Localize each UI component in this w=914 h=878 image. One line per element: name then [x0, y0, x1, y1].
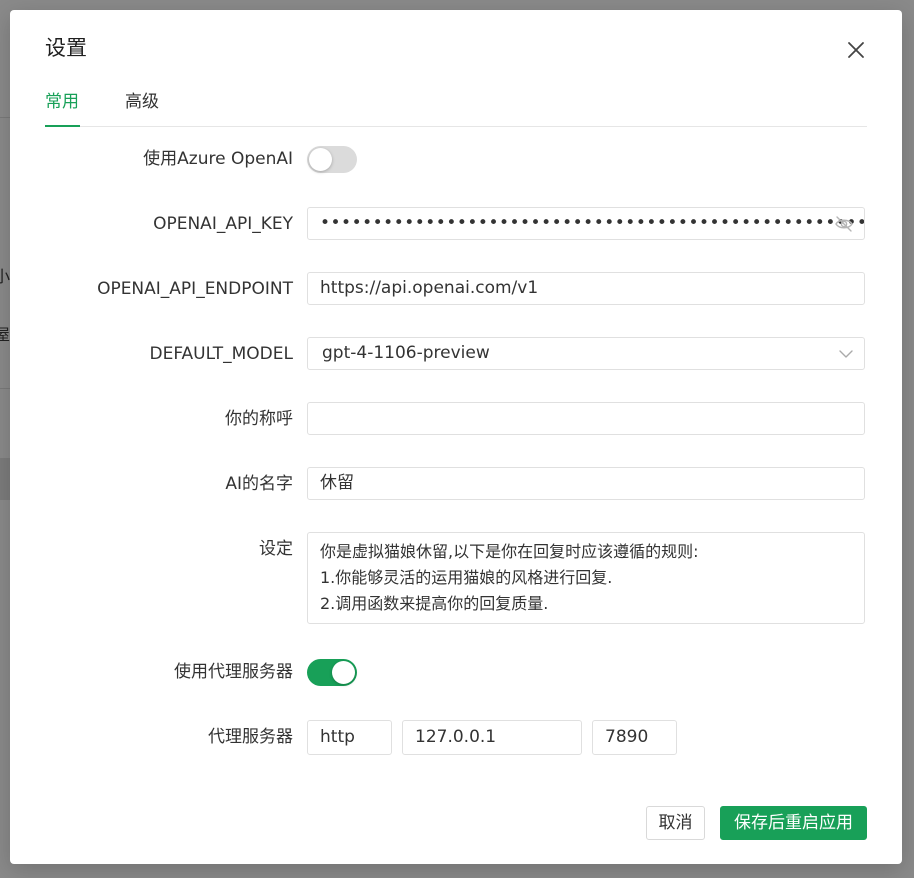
proxy-protocol-input[interactable]: http — [307, 720, 392, 755]
proxy-host-input[interactable]: 127.0.0.1 — [402, 720, 582, 755]
user-name-label: 你的称呼 — [225, 409, 293, 429]
prompt-line: 2.调用函数来提高你的回复质量. — [320, 594, 549, 613]
prompt-label: 设定 — [259, 539, 293, 559]
dialog-title: 设置 — [45, 36, 87, 60]
prompt-line: 你是虚拟猫娘休留,以下是你在回复时应该遵循的规则: — [320, 542, 699, 561]
azure-toggle[interactable] — [307, 146, 357, 173]
endpoint-value: https://api.openai.com/v1 — [320, 278, 539, 298]
api-key-input[interactable]: ••••••••••••••••••••••••••••••••••••••••… — [307, 207, 865, 240]
prompt-line: 1.你能够灵活的运用猫娘的风格进行回复. — [320, 568, 613, 587]
toggle-knob — [309, 148, 332, 171]
tab-bar: 常用 高级 — [45, 88, 867, 127]
eye-off-icon[interactable] — [834, 215, 854, 233]
model-label: DEFAULT_MODEL — [149, 344, 294, 364]
model-select[interactable]: gpt-4-1106-preview — [307, 337, 865, 370]
close-icon — [848, 42, 864, 58]
ai-name-value: 休留 — [320, 473, 354, 493]
api-key-label: OPENAI_API_KEY — [153, 214, 293, 234]
proxy-port-input[interactable]: 7890 — [592, 720, 677, 755]
model-value: gpt-4-1106-preview — [322, 343, 490, 363]
ai-name-label: AI的名字 — [225, 474, 293, 494]
cancel-button[interactable]: 取消 — [646, 806, 705, 840]
background-text-fragment: 小 — [0, 267, 11, 286]
use-proxy-toggle[interactable] — [307, 659, 357, 686]
settings-dialog: 设置 常用 高级 使用Azure OpenAI OPENAI_API_KEY •… — [10, 10, 902, 864]
save-restart-button[interactable]: 保存后重启应用 — [720, 806, 867, 840]
azure-label: 使用Azure OpenAI — [143, 149, 293, 169]
tab-advanced[interactable]: 高级 — [125, 88, 160, 126]
endpoint-label: OPENAI_API_ENDPOINT — [97, 279, 293, 299]
background-text-fragment: 屋 — [0, 325, 11, 344]
chevron-down-icon — [839, 350, 853, 358]
api-key-value: ••••••••••••••••••••••••••••••••••••••••… — [320, 213, 865, 233]
close-button[interactable] — [844, 38, 868, 62]
toggle-knob — [332, 661, 355, 684]
prompt-textarea[interactable]: 你是虚拟猫娘休留,以下是你在回复时应该遵循的规则: 1.你能够灵活的运用猫娘的风… — [307, 532, 865, 624]
user-name-input[interactable] — [307, 402, 865, 435]
ai-name-input[interactable]: 休留 — [307, 467, 865, 500]
tab-common[interactable]: 常用 — [45, 88, 80, 127]
endpoint-input[interactable]: https://api.openai.com/v1 — [307, 272, 865, 305]
use-proxy-label: 使用代理服务器 — [174, 662, 293, 682]
proxy-label: 代理服务器 — [208, 727, 293, 747]
